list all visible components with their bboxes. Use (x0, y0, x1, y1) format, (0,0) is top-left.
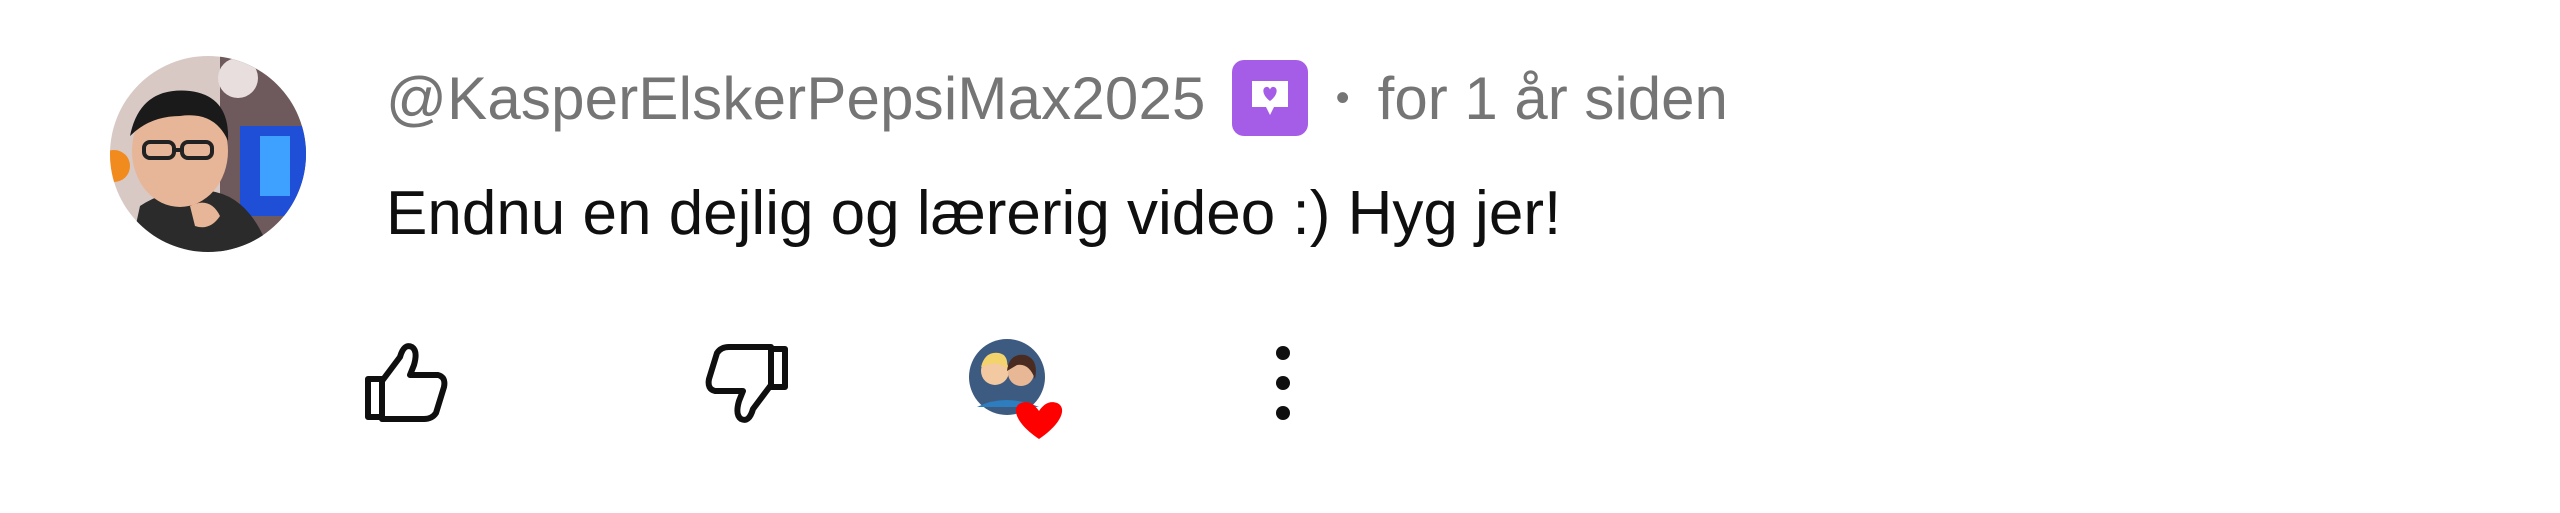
header-separator: • (1335, 76, 1350, 120)
dislike-button[interactable] (680, 318, 810, 448)
commenter-avatar[interactable] (110, 56, 306, 252)
comment-author-name[interactable]: @KasperElskerPepsiMax2025 (386, 64, 1206, 133)
more-vertical-icon (1276, 346, 1290, 420)
creator-heart-badge (950, 318, 1080, 448)
comment-timestamp: for 1 år siden (1377, 64, 1728, 132)
like-button[interactable] (343, 318, 473, 448)
comment-header: @KasperElskerPepsiMax2025 • for 1 år sid… (386, 58, 1728, 138)
avatar-image (110, 56, 306, 252)
more-options-button[interactable] (1218, 318, 1348, 448)
comment-body: Endnu en dejlig og lærerig video :) Hyg … (386, 179, 1562, 248)
comment-item: @KasperElskerPepsiMax2025 • for 1 år sid… (0, 0, 2560, 513)
thumbs-down-icon (705, 344, 788, 423)
thumbs-up-icon (365, 343, 448, 422)
creator-heart-icon (969, 339, 1063, 439)
member-badge-icon (1231, 60, 1308, 136)
